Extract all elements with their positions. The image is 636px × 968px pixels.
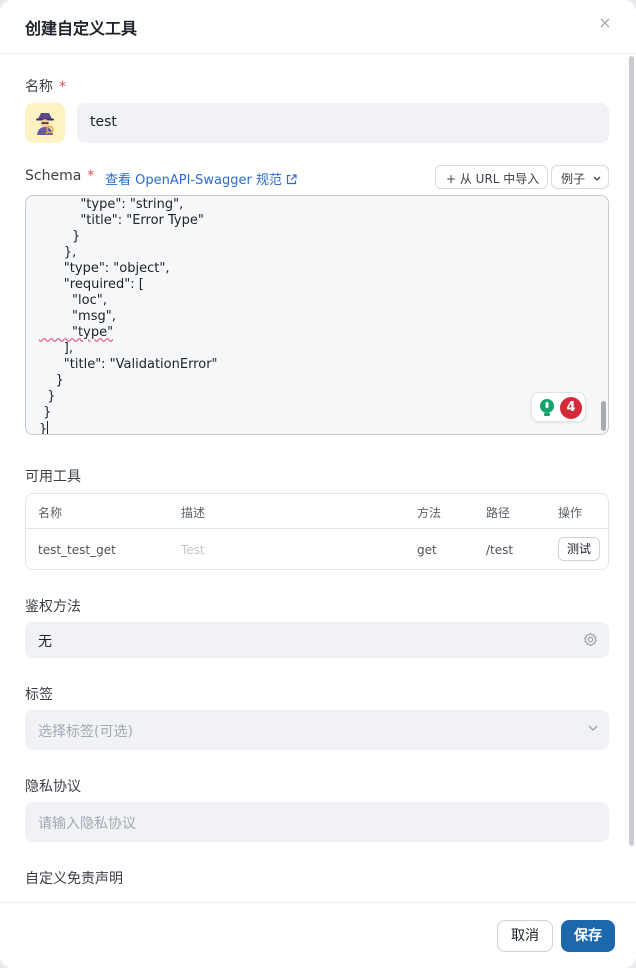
tool-icon-picker[interactable] [25, 103, 65, 143]
column-header-action: 操作 [558, 506, 583, 520]
chevron-down-icon [588, 725, 598, 731]
code-line: "msg", [39, 309, 116, 324]
table-header: 名称 描述 方法 路径 操作 [26, 494, 608, 529]
close-icon[interactable]: × [598, 15, 612, 31]
schema-label: Schema * [25, 168, 94, 184]
tool-description-cell: Test [181, 543, 205, 557]
column-header-path: 路径 [486, 506, 511, 520]
tool-name-input[interactable]: test [77, 103, 609, 143]
code-line: "title": "ValidationError" [39, 357, 218, 372]
auth-method-selector[interactable]: 无 [25, 622, 609, 658]
example-dropdown-label: 例子 [561, 172, 586, 186]
grammar-checker-badge[interactable]: 4 [531, 392, 586, 422]
available-tools-label: 可用工具 [25, 469, 81, 485]
dialog-footer: 取消 保存 [0, 902, 636, 968]
code-line: ], [39, 341, 73, 356]
code-line: }, [39, 245, 77, 260]
code-line: } [39, 373, 64, 388]
code-line-misspelled: "type" [39, 325, 114, 340]
example-dropdown[interactable]: 例子 [551, 165, 609, 189]
dialog-header: 创建自定义工具 × [0, 0, 636, 54]
openapi-spec-link[interactable]: 查看 OpenAPI-Swagger 规范 [105, 169, 297, 188]
schema-label-text: Schema [25, 168, 82, 184]
auth-method-label: 鉴权方法 [25, 599, 81, 615]
tool-method-cell: get [417, 543, 437, 557]
code-line: "loc", [39, 293, 107, 308]
schema-code: "type": "string", "title": "Error Type" … [39, 197, 218, 435]
lightbulb-icon [540, 399, 554, 416]
required-mark: * [59, 79, 66, 95]
save-button[interactable]: 保存 [561, 920, 615, 952]
code-line: } [39, 229, 81, 244]
text-cursor [47, 421, 49, 434]
import-from-url-button[interactable]: + 从 URL 中导入 [435, 165, 548, 189]
tool-name-cell: test_test_get [38, 543, 116, 557]
tags-placeholder: 选择标签(可选) [38, 724, 133, 740]
code-line: } [39, 389, 56, 404]
editor-scrollbar[interactable] [601, 401, 606, 431]
tags-label: 标签 [25, 687, 53, 703]
code-line: } [39, 422, 48, 435]
cancel-button[interactable]: 取消 [497, 920, 553, 952]
external-link-icon [286, 174, 297, 185]
name-label-text: 名称 [25, 79, 53, 95]
dialog-scrollbar[interactable] [629, 56, 634, 846]
code-line: "type": "string", [39, 197, 184, 212]
dialog-title: 创建自定义工具 [25, 19, 138, 38]
custom-disclaimer-label: 自定义免责声明 [25, 871, 123, 887]
gear-icon[interactable] [583, 632, 598, 647]
column-header-method: 方法 [417, 506, 442, 520]
chevron-down-icon [593, 176, 601, 181]
tags-selector[interactable]: 选择标签(可选) [25, 710, 609, 750]
tools-table: 名称 描述 方法 路径 操作 test_test_get Test get /t… [25, 493, 609, 570]
code-line: "required": [ [39, 277, 144, 292]
column-header-description: 描述 [181, 506, 206, 520]
test-tool-button[interactable]: 测试 [558, 537, 600, 561]
openapi-spec-link-text: 查看 OpenAPI-Swagger 规范 [105, 173, 282, 188]
required-mark: * [87, 168, 95, 184]
schema-editor[interactable]: "type": "string", "title": "Error Type" … [25, 195, 609, 435]
privacy-policy-input[interactable]: 请输入隐私协议 [25, 802, 609, 842]
privacy-policy-placeholder: 请输入隐私协议 [38, 816, 136, 832]
code-line: "type": "object", [39, 261, 170, 276]
column-header-name: 名称 [38, 506, 63, 520]
detective-emoji-icon [36, 113, 54, 135]
privacy-policy-label: 隐私协议 [25, 779, 81, 795]
auth-method-value: 无 [38, 634, 52, 650]
issue-count: 4 [560, 397, 582, 419]
tool-path-cell: /test [486, 543, 514, 557]
code-line: "title": "Error Type" [39, 213, 204, 228]
name-label: 名称 * [25, 76, 66, 96]
create-custom-tool-dialog: 创建自定义工具 × 名称 * test Schema * 查看 OpenAPI-Sw… [0, 0, 636, 968]
code-line: } [39, 405, 52, 420]
